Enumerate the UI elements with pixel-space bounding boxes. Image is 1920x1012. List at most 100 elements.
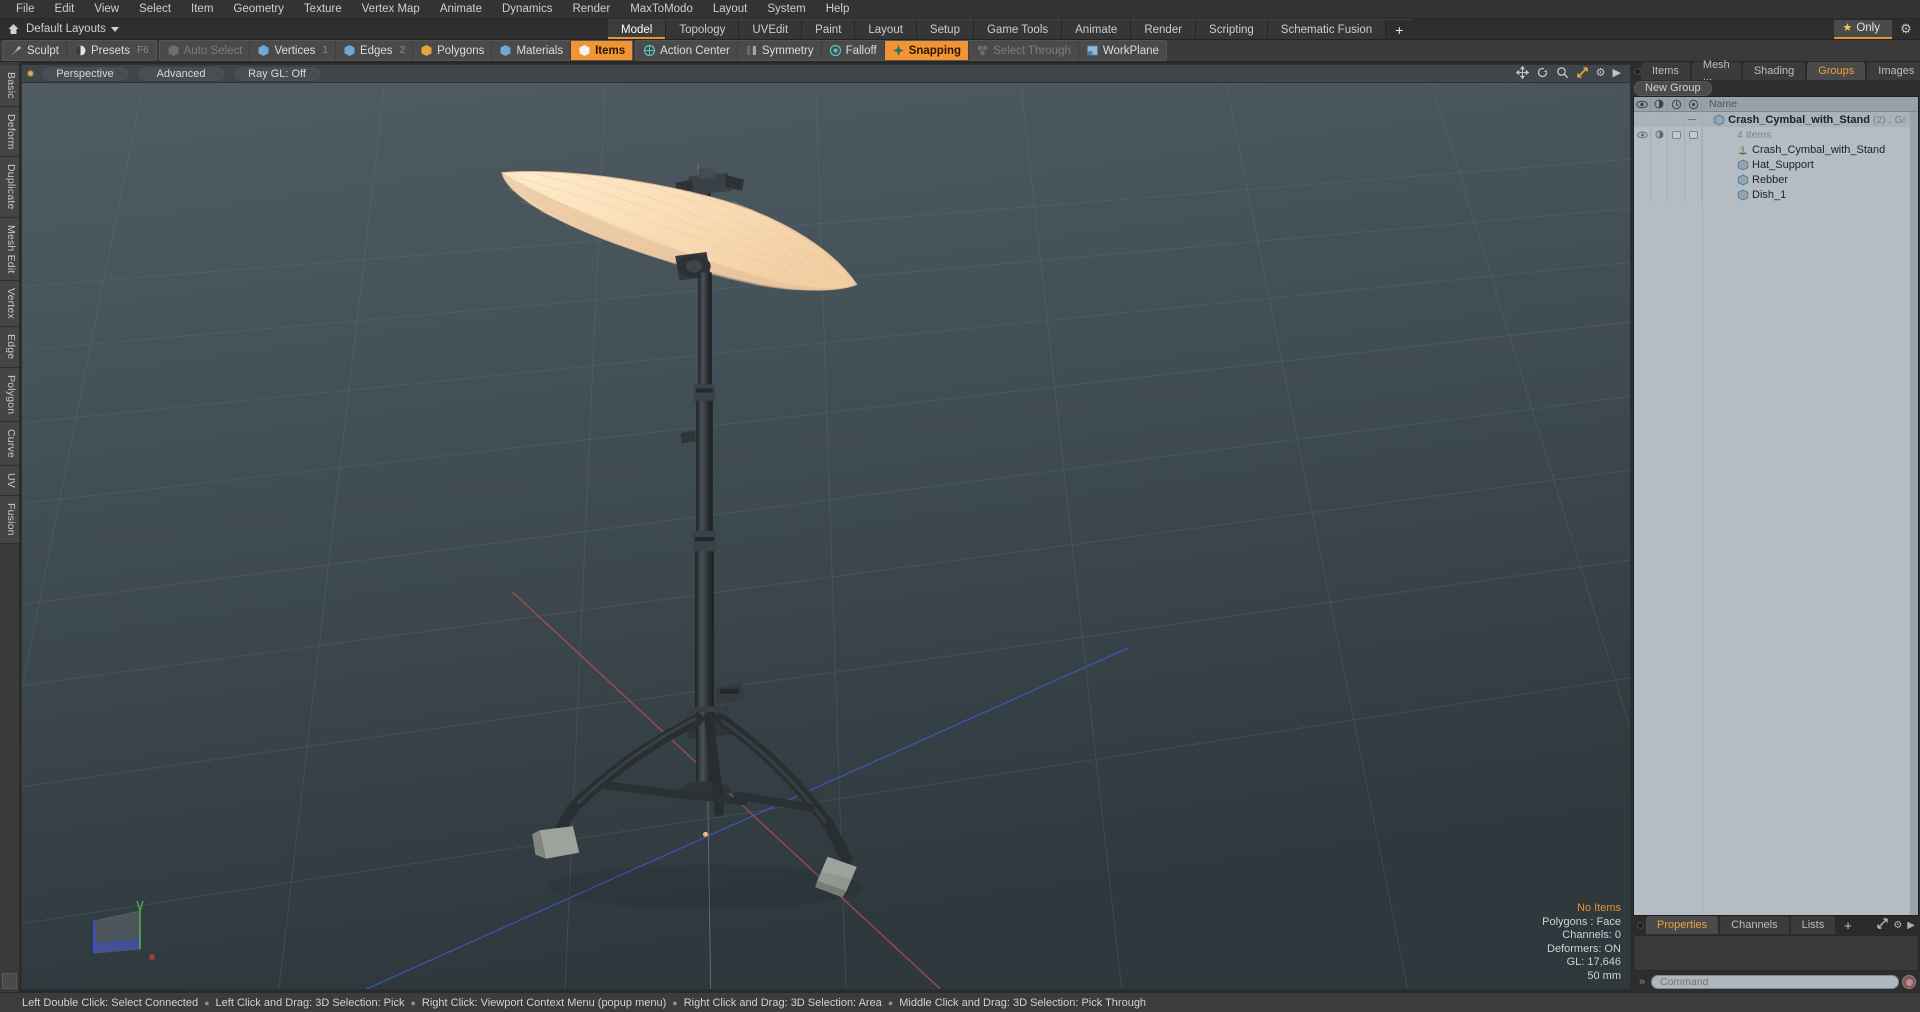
menu-item-geometry[interactable]: Geometry [223, 1, 294, 17]
new-group-button[interactable]: New Group [1634, 80, 1712, 96]
tree-item-name-cell[interactable]: Dish_1 [1702, 189, 1786, 201]
default-layouts-dropdown[interactable]: Default Layouts [26, 19, 127, 39]
select-icon[interactable] [1685, 97, 1702, 111]
layout-tab-schematic-fusion[interactable]: Schematic Fusion [1267, 19, 1387, 39]
tree-scrollbar[interactable] [1910, 112, 1918, 915]
sidebar-item-curve[interactable]: Curve [0, 422, 19, 467]
row-select-toggle[interactable] [1685, 127, 1702, 142]
row-select-toggle[interactable] [1685, 157, 1702, 172]
row-render-toggle[interactable] [1651, 127, 1668, 142]
row-render-toggle[interactable] [1647, 112, 1660, 127]
menu-item-layout[interactable]: Layout [703, 1, 758, 17]
tree-item-name-cell[interactable]: ─ Crash_Cymbal_with_Stand (2) : Gr ... [1684, 114, 1918, 126]
bottom-panel-menu-dot-icon[interactable] [1634, 916, 1646, 934]
row-render-toggle[interactable] [1651, 187, 1668, 202]
sidebar-item-polygon[interactable]: Polygon [0, 367, 19, 423]
action-center-button[interactable]: Action Center [636, 41, 738, 60]
row-lock-toggle[interactable] [1668, 157, 1685, 172]
sidebar-item-mesh-edit[interactable]: Mesh Edit [0, 217, 19, 282]
layout-tab-topology[interactable]: Topology [666, 19, 740, 39]
table-row[interactable]: Hat_Support [1634, 157, 1918, 172]
row-lock-toggle[interactable] [1668, 187, 1685, 202]
menu-item-render[interactable]: Render [562, 1, 620, 17]
only-toggle-button[interactable]: ★ Only [1834, 19, 1892, 39]
menu-item-vertex-map[interactable]: Vertex Map [352, 1, 430, 17]
sidebar-item-fusion[interactable]: Fusion [0, 496, 19, 544]
row-render-toggle[interactable] [1651, 157, 1668, 172]
view-mode-dropdown[interactable]: Perspective [40, 65, 130, 82]
table-row[interactable]: Crash_Cymbal_with_Stand [1634, 142, 1918, 157]
presets-button[interactable]: Presets F6 [66, 41, 156, 60]
menu-item-item[interactable]: Item [181, 1, 223, 17]
chevron-right-icon[interactable]: ▶ [1907, 920, 1915, 931]
menu-item-maxtomodo[interactable]: MaxToModo [620, 1, 703, 17]
vertices-button[interactable]: Vertices 1 [250, 41, 336, 60]
orientation-gizmo[interactable] [72, 891, 162, 971]
snapping-button[interactable]: Snapping [884, 41, 970, 60]
menu-item-edit[interactable]: Edit [45, 1, 85, 17]
select-through-button[interactable]: Select Through [969, 41, 1079, 60]
menu-item-texture[interactable]: Texture [294, 1, 352, 17]
tab-channels[interactable]: Channels [1720, 916, 1790, 934]
row-select-toggle[interactable] [1685, 142, 1702, 157]
row-eye-toggle[interactable] [1634, 187, 1651, 202]
layout-tab-scripting[interactable]: Scripting [1196, 19, 1268, 39]
viewport-3d[interactable]: No Items Polygons : Face Channels: 0 Def… [21, 82, 1631, 990]
layout-tab-model[interactable]: Model [608, 19, 667, 39]
workplane-button[interactable]: WorkPlane [1078, 41, 1166, 60]
home-icon[interactable] [0, 19, 26, 39]
tab-shading[interactable]: Shading [1742, 62, 1807, 80]
lock-icon[interactable] [1668, 97, 1685, 111]
layout-tab-animate[interactable]: Animate [1062, 19, 1132, 39]
row-eye-toggle[interactable] [1634, 142, 1651, 157]
menu-item-animate[interactable]: Animate [430, 1, 492, 17]
expand-icon[interactable] [1877, 918, 1889, 932]
materials-button[interactable]: Materials [492, 41, 572, 60]
groups-tree[interactable]: Name ─ Crash_Cymbal_with_Stand (2): Gr … [1633, 96, 1919, 916]
menu-item-help[interactable]: Help [816, 1, 860, 17]
sidebar-extra-button[interactable] [2, 973, 17, 989]
gear-icon[interactable]: ⚙ [1896, 21, 1916, 37]
row-select-toggle[interactable] [1685, 187, 1702, 202]
items-button[interactable]: Items [571, 41, 633, 60]
gear-icon[interactable]: ⚙ [1596, 68, 1606, 79]
layout-tab-uvedit[interactable]: UVEdit [739, 19, 803, 39]
menu-item-file[interactable]: File [6, 1, 45, 17]
row-render-toggle[interactable] [1651, 142, 1668, 157]
symmetry-button[interactable]: Symmetry [737, 41, 822, 60]
row-eye-toggle[interactable] [1634, 112, 1647, 127]
command-input[interactable] [1651, 975, 1899, 989]
tab-groups[interactable]: Groups [1807, 62, 1867, 80]
row-lock-toggle[interactable] [1659, 112, 1672, 127]
tab-items[interactable]: Items [1641, 62, 1691, 80]
row-render-toggle[interactable] [1651, 172, 1668, 187]
sidebar-item-duplicate[interactable]: Duplicate [0, 157, 19, 218]
tab-images[interactable]: Images [1867, 62, 1920, 80]
tree-expander[interactable]: ─ [1688, 114, 1710, 126]
layout-tab-game-tools[interactable]: Game Tools [973, 19, 1063, 39]
viewport-menu-dot-icon[interactable] [27, 70, 34, 77]
tree-item-name-cell[interactable]: Hat_Support [1702, 159, 1814, 171]
table-row[interactable]: Dish_1 [1634, 187, 1918, 202]
layout-tab-setup[interactable]: Setup [916, 19, 974, 39]
layout-tab-render[interactable]: Render [1131, 19, 1197, 39]
table-row[interactable]: ─ Crash_Cymbal_with_Stand (2) : Gr ... [1634, 112, 1918, 127]
chevron-right-icon[interactable]: ▶ [1613, 68, 1621, 79]
sculpt-button[interactable]: Sculpt [3, 41, 67, 60]
add-layout-tab-button[interactable]: + [1386, 19, 1413, 39]
menu-item-view[interactable]: View [84, 1, 129, 17]
zoom-icon[interactable] [1556, 66, 1569, 82]
command-expand-icon[interactable]: » [1636, 976, 1648, 988]
polygons-button[interactable]: Polygons [413, 41, 493, 60]
row-lock-toggle[interactable] [1668, 142, 1685, 157]
layout-tab-paint[interactable]: Paint [802, 19, 856, 39]
menu-item-select[interactable]: Select [129, 1, 181, 17]
row-select-toggle[interactable] [1672, 112, 1685, 127]
fit-icon[interactable] [1576, 66, 1589, 82]
tab-mesh[interactable]: Mesh ... [1691, 59, 1742, 83]
menu-item-system[interactable]: System [757, 1, 815, 17]
row-select-toggle[interactable] [1685, 172, 1702, 187]
falloff-button[interactable]: Falloff [821, 41, 885, 60]
edges-button[interactable]: Edges 2 [335, 41, 414, 60]
menu-item-dynamics[interactable]: Dynamics [492, 1, 562, 17]
